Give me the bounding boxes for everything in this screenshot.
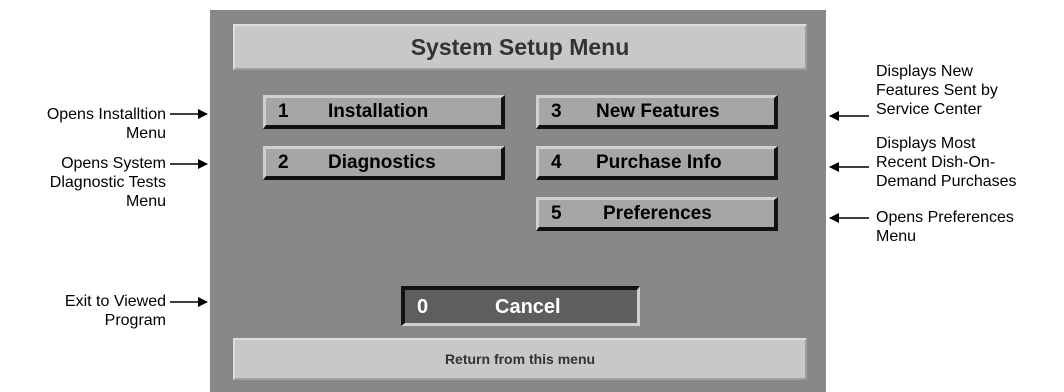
button-number: 3 [551, 100, 562, 122]
preferences-button[interactable]: 5 Preferences [536, 197, 778, 231]
cancel-button[interactable]: 0 Cancel [401, 286, 640, 326]
diagnostics-button[interactable]: 2 Diagnostics [263, 146, 505, 180]
callout-line: Menu [125, 125, 166, 142]
button-label: Purchase Info [596, 151, 722, 173]
callout-line: Features Sent by [876, 82, 998, 99]
callout-line: Opens Preferences [876, 209, 1014, 226]
purchase-info-button[interactable]: 4 Purchase Info [536, 146, 778, 180]
callout-purchase-info: Displays Most Recent Dish-On- Demand Pur… [876, 134, 1017, 191]
callout-line: Displays New [876, 63, 973, 80]
button-number: 5 [551, 202, 562, 224]
button-number: 4 [551, 151, 562, 173]
callout-line: Program [104, 312, 166, 329]
callout-diagnostics: Opens System Dlagnostic Tests Menu [50, 154, 166, 211]
button-label: New Features [596, 100, 720, 122]
callout-line: Menu [125, 193, 166, 210]
callout-preferences: Opens Preferences Menu [876, 208, 1014, 246]
callout-line: Service Center [876, 101, 982, 118]
callout-line: Opens Installtion [46, 106, 166, 123]
menu-title: System Setup Menu [233, 24, 807, 70]
callout-line: Recent Dish-On- [876, 154, 996, 171]
status-bar: Return from this menu [233, 338, 807, 380]
callout-line: Opens System [61, 155, 166, 172]
callout-line: Exit to Viewed [64, 293, 166, 310]
button-label: Diagnostics [328, 151, 436, 173]
callout-line: Menu [876, 228, 917, 245]
button-label: Preferences [603, 202, 712, 224]
callout-line: Dlagnostic Tests [49, 174, 166, 191]
button-number: 1 [278, 100, 289, 122]
button-number: 0 [417, 296, 429, 318]
new-features-button[interactable]: 3 New Features [536, 95, 778, 129]
callout-cancel: Exit to Viewed Program [65, 292, 166, 330]
callout-line: Displays Most [876, 135, 976, 152]
callout-line: Demand Purchases [876, 173, 1017, 190]
button-label: Cancel [495, 296, 561, 318]
installation-button[interactable]: 1 Installation [263, 95, 505, 129]
button-number: 2 [278, 151, 289, 173]
callout-installation: Opens Installtion Menu [47, 105, 166, 143]
callout-new-features: Displays New Features Sent by Service Ce… [876, 62, 998, 119]
button-label: Installation [328, 100, 429, 122]
